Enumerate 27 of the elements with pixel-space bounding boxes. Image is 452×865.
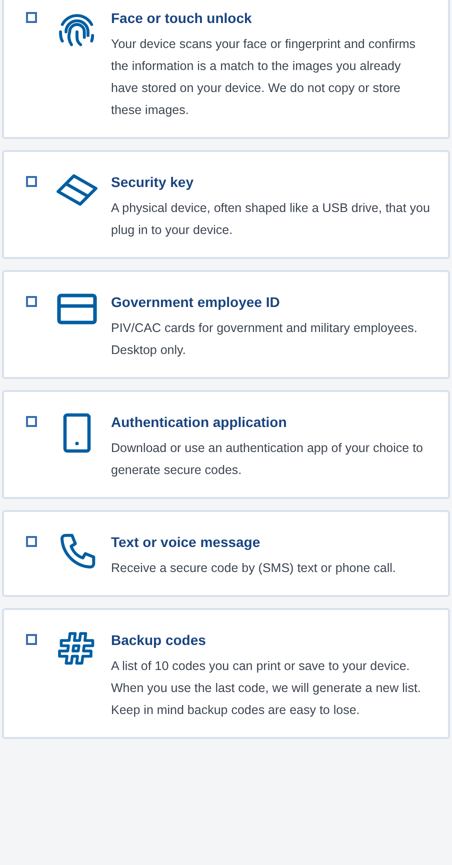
option-description: A list of 10 codes you can print or save to your device. When you use the last code, we will generate a new list. Keep in mind backup codes are easy to lose.: [111, 658, 422, 719]
tablet-icon: [62, 412, 92, 454]
option-card[interactable]: Backup codes A list of 10 codes you can print or save to your device. When you use the last code, we will generate a new list. Keep in mind backup codes are easy to lose.: [2, 608, 450, 739]
option-title: Security key: [111, 173, 194, 192]
option-title: Backup codes: [111, 631, 207, 650]
checkbox[interactable]: [26, 12, 37, 23]
option-title: Text or voice message: [111, 533, 262, 552]
option-description: Download or use an authentication app of your choice to generate secure codes.: [111, 440, 424, 479]
option-card[interactable]: Government employee ID PIV/CAC cards for government and military employees. Desktop only.: [2, 270, 450, 379]
checkbox[interactable]: [26, 416, 37, 427]
option-card[interactable]: Security key A physical device, often shaped like a USB drive, that you plug in to your device.: [2, 150, 450, 259]
option-card[interactable]: Text or voice message Receive a secure code by (SMS) text or phone call.: [2, 510, 450, 597]
option-title: Face or touch unlock: [111, 9, 253, 28]
checkbox[interactable]: [26, 536, 37, 547]
option-title: Government employee ID: [111, 293, 281, 312]
option-description: Receive a secure code by (SMS) text or phone call.: [111, 560, 396, 577]
checkbox[interactable]: [26, 176, 37, 187]
option-description: Your device scans your face or fingerprint and confirms the information is a match to the images you already have stored on your device. We do not copy or store these images.: [111, 36, 417, 119]
card-icon: [56, 292, 98, 326]
checkbox[interactable]: [26, 634, 37, 645]
option-title: Authentication application: [111, 413, 288, 432]
option-card[interactable]: Authentication application Download or use an authentication app of your choice to generate secure codes.: [2, 390, 450, 499]
checkbox[interactable]: [26, 296, 37, 307]
option-description: A physical device, often shaped like a USB drive, that you plug in to your device.: [111, 200, 430, 239]
eraser-icon: [55, 172, 99, 208]
option-description: PIV/CAC cards for government and military employees. Desktop only.: [111, 320, 418, 359]
option-card[interactable]: Face or touch unlock Your device scans your face or fingerprint and confirms the information is a match to the images you already have stored on your device. We do not copy or store these images.: [2, 0, 450, 139]
